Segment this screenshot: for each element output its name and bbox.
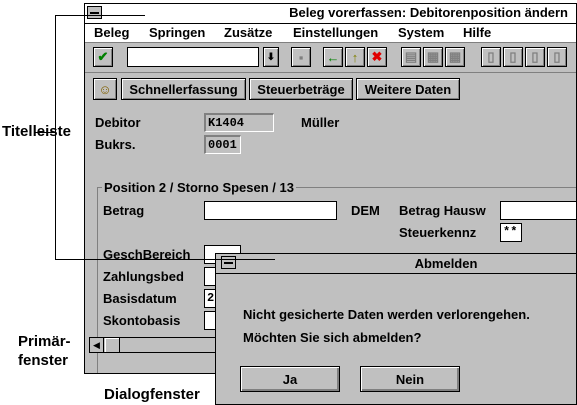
- dialog-message-line2: Möchten Sie sich abmelden?: [243, 330, 422, 345]
- last-page-icon[interactable]: ▯: [547, 47, 567, 67]
- menu-beleg[interactable]: Beleg: [94, 25, 129, 40]
- cancel-icon[interactable]: ✖: [367, 47, 387, 67]
- horizontal-scrollbar[interactable]: ◀: [89, 337, 219, 353]
- ja-button[interactable]: Ja: [240, 366, 340, 392]
- back-arrow-icon[interactable]: ←: [323, 47, 343, 67]
- basisdatum-label: Basisdatum: [103, 291, 177, 306]
- menu-system[interactable]: System: [398, 25, 444, 40]
- debitor-name: Müller: [301, 115, 340, 130]
- find-icon[interactable]: ▦: [423, 47, 443, 67]
- callout-primaerfenster-line1: Primär-: [18, 333, 71, 350]
- debitor-field: K1404: [204, 113, 274, 132]
- betrag-hausw-input[interactable]: [500, 201, 576, 220]
- find-next-icon[interactable]: ▦: [445, 47, 465, 67]
- skontobasis-label: Skontobasis: [103, 313, 181, 328]
- betrag-input[interactable]: [204, 201, 337, 220]
- callout-primaerfenster-line2: fenster: [18, 352, 69, 369]
- dialog-title-bar: Abmelden: [216, 254, 576, 274]
- bukrs-label: Bukrs.: [95, 137, 136, 152]
- debitor-label: Debitor: [95, 115, 141, 130]
- zahlungsbed-label: Zahlungsbed: [103, 269, 184, 284]
- schnellerfassung-button[interactable]: Schnellerfassung: [121, 78, 246, 100]
- steuerbetraege-button[interactable]: Steuerbeträge: [249, 78, 353, 100]
- enter-check-icon[interactable]: ✔: [93, 47, 113, 67]
- save-icon[interactable]: ▪: [291, 47, 311, 67]
- callout-dialogfenster: Dialogfenster: [104, 386, 200, 403]
- system-menu-button[interactable]: [87, 6, 102, 19]
- standard-toolbar: ✔ ⬇ ▪ ← ↑ ✖ ▤ ▦ ▦ ▯ ▯ ▯ ▯: [85, 43, 576, 73]
- weitere-daten-button[interactable]: Weitere Daten: [356, 78, 460, 100]
- callout-connector-top: [55, 15, 145, 16]
- steuerkennz-label: Steuerkennz: [399, 225, 477, 240]
- menu-zusaetze[interactable]: Zusätze: [224, 25, 272, 40]
- scroll-left-arrow-icon[interactable]: ◀: [90, 338, 104, 352]
- position-group-title: Position 2 / Storno Spesen / 13: [102, 180, 296, 195]
- betrag-label: Betrag: [103, 203, 145, 218]
- scroll-thumb[interactable]: [105, 338, 120, 352]
- currency-label: DEM: [351, 203, 380, 218]
- application-toolbar: ☺ Schnellerfassung Steuerbeträge Weitere…: [85, 74, 576, 102]
- callout-connector-vertical: [55, 15, 56, 260]
- window-title: Beleg vorerfassen: Debitorenposition änd…: [289, 5, 568, 20]
- next-page-icon[interactable]: ▯: [525, 47, 545, 67]
- menu-einstellungen[interactable]: Einstellungen: [293, 25, 378, 40]
- nein-button[interactable]: Nein: [360, 366, 460, 392]
- exit-up-icon[interactable]: ↑: [345, 47, 365, 67]
- command-dropdown-icon[interactable]: ⬇: [263, 47, 279, 67]
- logoff-dialog: Abmelden Nicht gesicherte Daten werden v…: [215, 253, 577, 405]
- callout-connector-titelleiste: [34, 132, 55, 133]
- print-icon[interactable]: ▤: [401, 47, 421, 67]
- callout-connector-bottom: [55, 259, 275, 260]
- dialog-message-line1: Nicht gesicherte Daten werden verlorenge…: [243, 307, 530, 322]
- menu-bar: Beleg Springen Zusätze Einstellungen Sys…: [85, 24, 576, 43]
- command-field[interactable]: [127, 47, 259, 67]
- menu-springen[interactable]: Springen: [149, 25, 205, 40]
- menu-hilfe[interactable]: Hilfe: [463, 25, 491, 40]
- person-icon[interactable]: ☺: [93, 78, 117, 100]
- first-page-icon[interactable]: ▯: [481, 47, 501, 67]
- previous-page-icon[interactable]: ▯: [503, 47, 523, 67]
- bukrs-field: 0001: [204, 135, 241, 154]
- betrag-hausw-label: Betrag Hausw: [399, 203, 486, 218]
- steuerkennz-input[interactable]: **: [500, 223, 522, 242]
- title-bar: Beleg vorerfassen: Debitorenposition änd…: [85, 4, 576, 24]
